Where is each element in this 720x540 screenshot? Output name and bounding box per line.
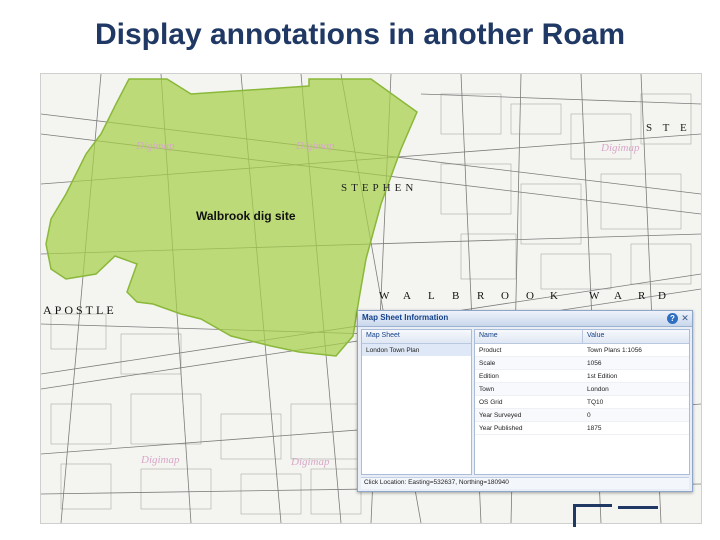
watermark: Digimap <box>291 456 330 468</box>
logo-mark <box>618 506 658 525</box>
row-name: Year Published <box>479 425 523 432</box>
map-sheet-list[interactable]: Map Sheet London Town Plan <box>361 329 472 475</box>
click-location-text: Click Location: Easting=532637, Northing… <box>364 479 509 486</box>
watermark: Digimap <box>136 140 175 152</box>
panel-header[interactable]: Map Sheet Information ? ✕ <box>358 311 692 327</box>
map-sheet-header[interactable]: Map Sheet <box>362 330 471 344</box>
table-row[interactable]: Town London <box>475 383 689 396</box>
ward-letter: W <box>379 290 391 302</box>
row-name: Town <box>479 386 495 393</box>
watermark: Digimap <box>296 140 335 152</box>
row-name: Edition <box>479 373 499 380</box>
row-name: Product <box>479 347 502 354</box>
status-bar: Click Location: Easting=532637, Northing… <box>361 477 689 489</box>
street-label-ste: S T E <box>646 122 691 134</box>
row-value: 1875 <box>587 425 602 432</box>
dig-site-label: Walbrook dig site <box>196 209 296 223</box>
map-sheet-name: London Town Plan <box>366 347 420 354</box>
table-row[interactable]: OS Grid TQ10 <box>475 396 689 409</box>
watermark: Digimap <box>141 454 180 466</box>
ward-letter: D <box>658 290 667 302</box>
row-value: Town Plans 1:1056 <box>587 347 642 354</box>
street-label-apostle: APOSTLE <box>43 303 117 317</box>
map-sheet-info-panel[interactable]: Map Sheet Information ? ✕ Map Sheet Lond… <box>357 310 693 492</box>
row-name: Year Surveyed <box>479 412 522 419</box>
column-divider[interactable] <box>582 330 583 343</box>
logo-mark <box>573 504 612 527</box>
table-header: Name Value <box>475 330 689 344</box>
row-value: 0 <box>587 412 591 419</box>
table-row[interactable]: Year Published 1875 <box>475 422 689 435</box>
table-row[interactable]: Year Surveyed 0 <box>475 409 689 422</box>
ward-letter: A <box>614 290 623 302</box>
table-row[interactable]: Scale 1056 <box>475 357 689 370</box>
street-label-stephen: STEPHEN <box>341 182 418 194</box>
ward-letter: A <box>403 290 412 302</box>
row-value: TQ10 <box>587 399 604 406</box>
ward-letter: R <box>477 290 486 302</box>
table-row[interactable]: Edition 1st Edition <box>475 370 689 383</box>
help-icon[interactable]: ? <box>667 313 678 324</box>
column-header-value[interactable]: Value <box>587 332 604 339</box>
ward-letter: K <box>550 290 559 302</box>
row-value: London <box>587 386 609 393</box>
panel-title: Map Sheet Information <box>362 313 449 322</box>
row-name: OS Grid <box>479 399 503 406</box>
row-value: 1st Edition <box>587 373 618 380</box>
row-value: 1056 <box>587 360 602 367</box>
ward-letter: R <box>638 290 647 302</box>
column-header-name[interactable]: Name <box>479 332 498 339</box>
ward-letter: O <box>501 290 510 302</box>
row-name: Scale <box>479 360 496 367</box>
table-row[interactable]: Product Town Plans 1:1056 <box>475 344 689 357</box>
ward-letter: O <box>526 290 535 302</box>
watermark: Digimap <box>601 142 640 154</box>
slide-title: Display annotations in another Roam <box>94 18 626 51</box>
map-sheet-column-header: Map Sheet <box>366 332 400 339</box>
sheet-attributes-table[interactable]: Name Value Product Town Plans 1:1056 Sca… <box>474 329 690 475</box>
close-icon[interactable]: ✕ <box>680 313 690 323</box>
ward-letter: B <box>452 290 461 302</box>
ward-letter: L <box>428 290 436 302</box>
list-item[interactable]: London Town Plan <box>362 344 471 356</box>
ward-letter: W <box>589 290 601 302</box>
